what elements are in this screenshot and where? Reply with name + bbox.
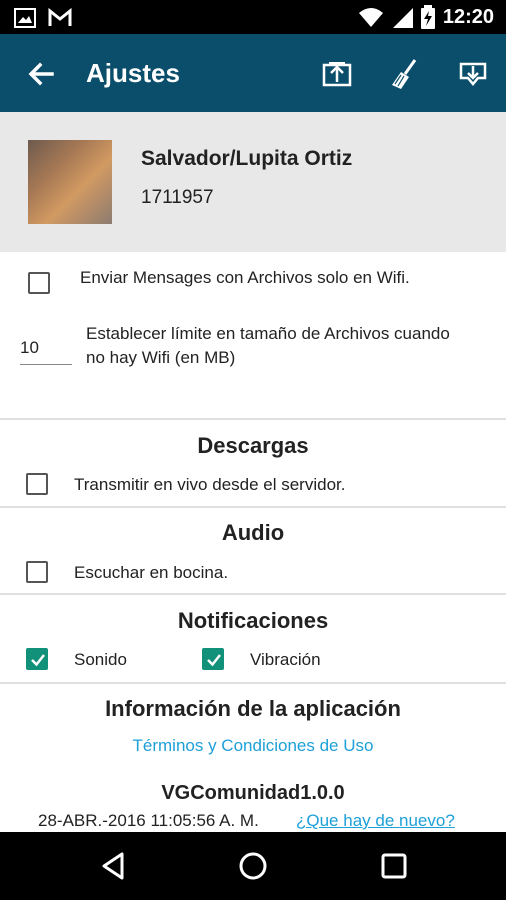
speaker-label: Escuchar en bocina. [74, 563, 229, 582]
whats-new-link[interactable]: ¿Que hay de nuevo? [296, 811, 455, 831]
checkmark-icon [31, 654, 45, 667]
stream-live-label: Transmitir en vivo desde el servidor. [74, 475, 346, 494]
status-time: 12:20 [442, 6, 494, 28]
image-notification-icon [14, 8, 36, 28]
audio-title: Audio [221, 520, 285, 545]
divider [0, 682, 506, 684]
terms-link[interactable]: Términos y Condiciones de Uso [0, 736, 506, 756]
vibration-label: Vibración [250, 650, 321, 669]
stream-live-checkbox[interactable] [26, 473, 48, 495]
divider [0, 506, 506, 508]
system-nav-bar [0, 832, 506, 900]
page-title: Ajustes [86, 58, 180, 88]
battery-charging-icon [421, 5, 435, 29]
profile-name: Salvador/Lupita Ortiz [141, 147, 353, 170]
vibration-checkbox[interactable] [202, 648, 224, 670]
build-date: 28-ABR.-2016 11:05:56 A. M. [38, 811, 259, 830]
profile-header: Salvador/Lupita Ortiz 1711957 [0, 112, 506, 252]
limit-label-line2: no hay Wifi (en MB) [86, 348, 236, 367]
avatar[interactable] [28, 140, 112, 224]
limit-label-line1: Establecer límite en tamaño de Archivos … [86, 324, 450, 343]
back-arrow-icon[interactable] [22, 54, 62, 94]
descargas-title: Descargas [197, 433, 309, 458]
recents-square-icon[interactable] [376, 848, 412, 884]
back-triangle-icon[interactable] [96, 848, 132, 884]
checkmark-icon [207, 654, 221, 667]
broom-clear-icon[interactable] [383, 52, 427, 96]
speaker-checkbox[interactable] [26, 561, 48, 583]
upload-icon[interactable] [315, 52, 359, 96]
wifi-icon [359, 8, 383, 27]
divider [0, 418, 506, 420]
cell-signal-icon [393, 8, 413, 28]
status-bar: 12:20 [0, 0, 506, 34]
divider [0, 593, 506, 595]
sound-checkbox[interactable] [26, 648, 48, 670]
sound-label: Sonido [74, 650, 127, 669]
profile-phone: 1711957 [141, 187, 214, 208]
app-info-title: Información de la aplicación [105, 696, 401, 721]
file-size-limit-value: 10 [20, 338, 39, 357]
app-bar: Ajustes [0, 34, 506, 112]
home-circle-icon[interactable] [235, 848, 271, 884]
app-version: VGComunidad1.0.0 [161, 782, 345, 804]
notificaciones-title: Notificaciones [177, 608, 329, 633]
file-size-limit-input[interactable]: 10 [20, 338, 72, 365]
download-icon[interactable] [451, 52, 495, 96]
wifi-only-checkbox[interactable] [28, 272, 50, 294]
wifi-only-label: Enviar Mensages con Archivos solo en Wif… [80, 268, 410, 287]
gmail-notification-icon [48, 8, 72, 26]
